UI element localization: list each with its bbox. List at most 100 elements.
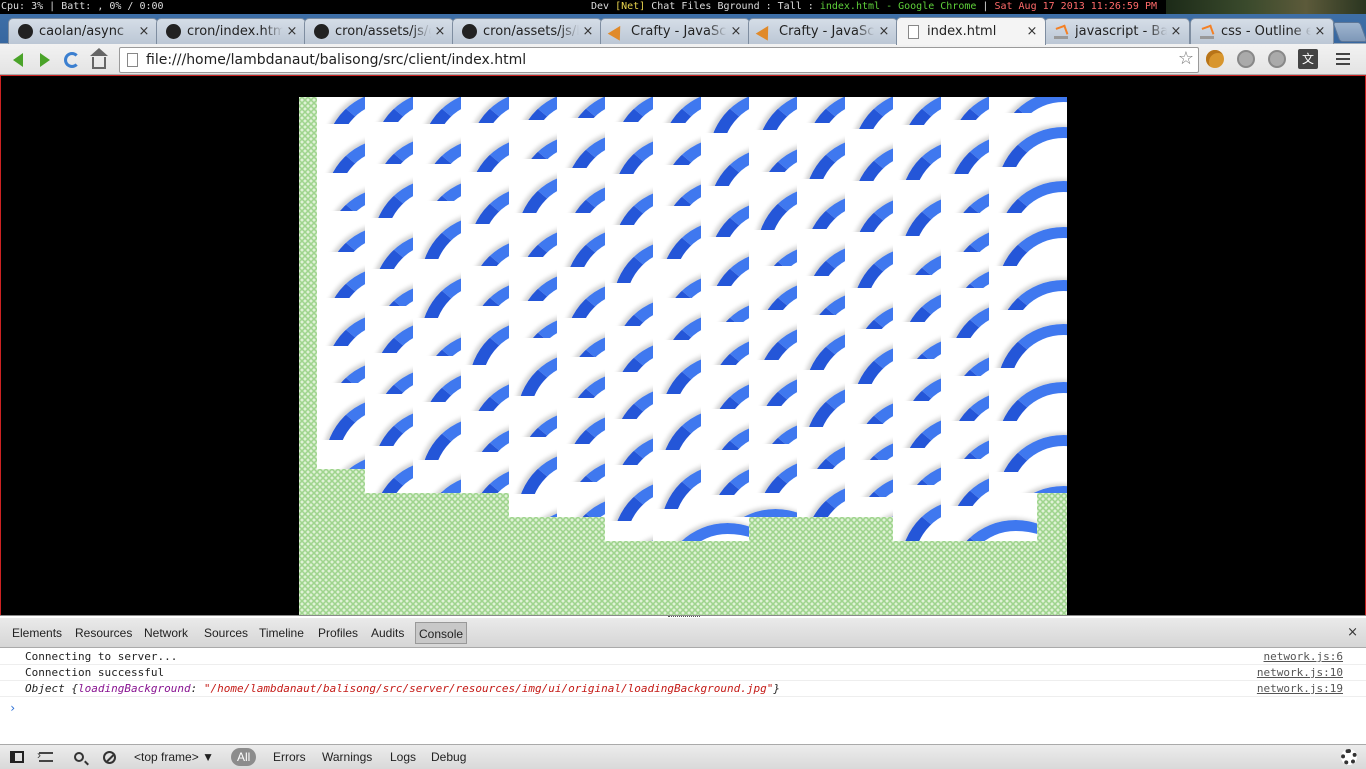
tab-sources[interactable]: Sources — [201, 622, 251, 644]
tab-profiles[interactable]: Profiles — [315, 622, 361, 644]
pen-icon — [1268, 50, 1286, 68]
console-message: Connecting to server... — [25, 650, 178, 663]
address-bar[interactable]: file:///home/lambdanaut/balisong/src/cli… — [119, 47, 1199, 73]
console-object-message[interactable]: Object {loadingBackground: "/home/lambda… — [25, 681, 780, 696]
tab-index-html[interactable]: index.html × — [896, 17, 1046, 45]
tab-network[interactable]: Network — [141, 622, 191, 644]
settings-button[interactable] — [1340, 748, 1358, 766]
tab-close-icon[interactable]: × — [581, 24, 595, 39]
edit-extension-button[interactable] — [1267, 49, 1287, 69]
home-button[interactable] — [87, 47, 111, 72]
bookmark-star-icon[interactable]: ☆ — [1178, 47, 1194, 71]
game-tile — [701, 495, 797, 517]
browser-toolbar: file:///home/lambdanaut/balisong/src/cli… — [0, 44, 1366, 75]
console-line: Connecting to server... network.js:6 — [0, 649, 1366, 665]
filter-logs[interactable]: Logs — [384, 748, 422, 766]
tab-caolan-async[interactable]: caolan/async × — [8, 18, 158, 44]
tab-close-icon[interactable]: × — [729, 24, 743, 39]
tab-close-icon[interactable]: × — [1025, 24, 1039, 39]
tab-label: caolan/async — [39, 24, 125, 39]
frame-selector[interactable]: <top frame> ▼ — [134, 749, 214, 766]
clock: Sat Aug 17 2013 11:26:59 PM — [994, 1, 1158, 12]
tab-console[interactable]: Console — [415, 622, 468, 644]
clear-console-button[interactable] — [100, 748, 118, 766]
tab-close-icon[interactable]: × — [433, 24, 447, 39]
tab-cron-assets-g[interactable]: cron/assets/js/g × — [304, 18, 454, 44]
tab-crafty-2[interactable]: Crafty - JavaScr × — [748, 18, 898, 44]
search-icon — [74, 752, 84, 762]
tab-close-icon[interactable]: × — [1169, 24, 1183, 39]
game-tile — [989, 472, 1067, 493]
console-line[interactable]: Object {loadingBackground: "/home/lambda… — [0, 681, 1366, 697]
console-output: Connecting to server... network.js:6 Con… — [0, 649, 1366, 743]
new-tab-button[interactable] — [1332, 22, 1366, 42]
search-button[interactable] — [70, 748, 88, 766]
tab-close-icon[interactable]: × — [877, 24, 891, 39]
console-source-link[interactable]: network.js:19 — [1257, 681, 1343, 696]
github-icon — [313, 24, 329, 40]
gear-icon — [1341, 749, 1357, 765]
translate-extension-button[interactable]: 文 — [1298, 49, 1318, 69]
tab-label: cron/index.htm — [187, 24, 283, 39]
cookie-extension-button[interactable] — [1205, 49, 1225, 69]
tab-crafty-1[interactable]: Crafty - JavaScr × — [600, 18, 750, 44]
back-button[interactable] — [6, 48, 30, 72]
url-text: file:///home/lambdanaut/balisong/src/cli… — [146, 52, 527, 68]
download-icon — [1237, 50, 1255, 68]
tab-label: Crafty - JavaScr — [779, 24, 875, 39]
console-source-link[interactable]: network.js:6 — [1264, 649, 1343, 664]
github-icon — [461, 24, 477, 40]
tab-cron-index[interactable]: cron/index.htm × — [156, 18, 306, 44]
stackoverflow-icon — [1199, 24, 1215, 40]
forward-button[interactable] — [33, 48, 57, 72]
filter-errors[interactable]: Errors — [267, 748, 312, 766]
github-icon — [17, 24, 33, 40]
console-message: Connection successful — [25, 666, 165, 679]
workspace-list: Chat Files Bground : Tall : — [651, 1, 814, 12]
dock-button[interactable] — [8, 748, 26, 766]
tab-timeline[interactable]: Timeline — [256, 622, 307, 644]
game-canvas[interactable] — [299, 97, 1067, 615]
tab-resources[interactable]: Resources — [72, 622, 135, 644]
menu-icon — [1336, 53, 1350, 65]
devtools-close-icon[interactable]: × — [1347, 625, 1358, 640]
page-viewport — [0, 75, 1366, 615]
document-icon — [905, 24, 921, 40]
chrome-menu-button[interactable] — [1333, 49, 1353, 69]
object-key: loadingBackground — [77, 682, 191, 695]
tab-close-icon[interactable]: × — [1313, 24, 1327, 39]
tab-javascript-bac[interactable]: javascript - Bac × — [1044, 18, 1190, 44]
crafty-icon — [607, 22, 627, 41]
drawer-button[interactable] — [37, 748, 55, 766]
tab-elements[interactable]: Elements — [9, 622, 65, 644]
cookie-icon — [1206, 50, 1224, 68]
tab-audits[interactable]: Audits — [368, 622, 407, 644]
devtools-status-bar: <top frame> ▼ All Errors Warnings Logs D… — [0, 744, 1366, 769]
filter-all[interactable]: All — [231, 748, 257, 766]
object-value: "/home/lambdanaut/balisong/src/server/re… — [203, 682, 774, 695]
filter-debug[interactable]: Debug — [425, 748, 472, 766]
console-drawer-icon — [37, 748, 53, 762]
desktop-name: Dev — [591, 1, 610, 12]
tab-close-icon[interactable]: × — [285, 24, 299, 39]
chevron-down-icon: ▼ — [202, 750, 214, 764]
devtools-panel: Elements Resources Network Sources Timel… — [0, 615, 1366, 769]
game-tile — [941, 506, 1037, 541]
tab-css-outline[interactable]: css - Outline eff × — [1190, 18, 1334, 44]
tab-label: css - Outline eff — [1221, 24, 1311, 39]
filter-warnings[interactable]: Warnings — [316, 748, 378, 766]
reload-button[interactable] — [60, 48, 84, 72]
wallpaper-strip — [1166, 0, 1366, 14]
download-extension-button[interactable] — [1236, 49, 1256, 69]
tab-cron-assets-le[interactable]: cron/assets/js/le × — [452, 18, 602, 44]
forward-arrow-icon — [40, 53, 50, 67]
devtools-tab-bar: Elements Resources Network Sources Timel… — [0, 618, 1366, 648]
net-indicator: [Net] — [615, 1, 646, 12]
window-app-name: - Google Chrome — [886, 1, 977, 12]
tab-close-icon[interactable]: × — [137, 24, 151, 39]
console-source-link[interactable]: network.js:10 — [1257, 665, 1343, 680]
console-line: Connection successful network.js:10 — [0, 665, 1366, 681]
console-prompt-icon[interactable]: › — [9, 701, 16, 715]
tab-label: cron/assets/js/g — [335, 24, 431, 39]
clear-icon — [102, 750, 116, 764]
